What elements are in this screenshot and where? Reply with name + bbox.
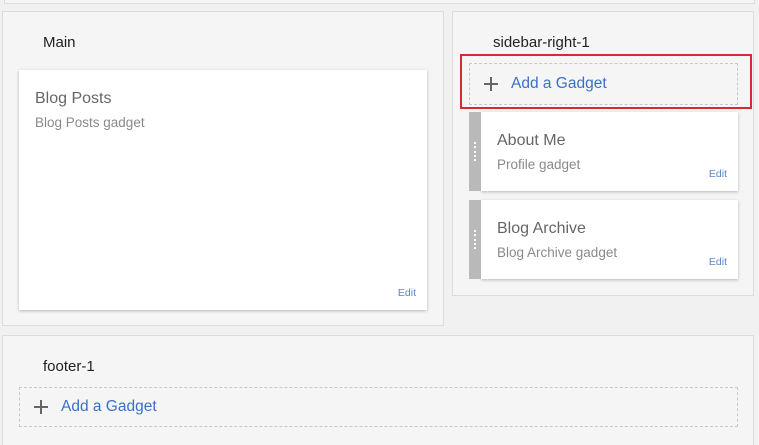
main-section-title: Main [43,34,76,51]
footer-section: footer-1 Add a Gadget [2,335,754,445]
gadget-subtitle: Blog Posts gadget [35,115,145,130]
layout-editor: Main Blog Posts Blog Posts gadget Edit s… [0,0,759,445]
sidebar-add-gadget-button[interactable]: Add a Gadget [469,63,738,105]
drag-handle-icon[interactable] [469,200,481,279]
gadget-about-me[interactable]: About Me Profile gadget Edit [469,112,738,191]
header-section-edge [4,0,755,4]
gadget-subtitle: Blog Archive gadget [497,245,618,260]
edit-link[interactable]: Edit [709,168,727,180]
gadget-blog-archive[interactable]: Blog Archive Blog Archive gadget Edit [469,200,738,279]
gadget-subtitle: Profile gadget [497,157,581,172]
add-gadget-label: Add a Gadget [511,75,607,92]
add-gadget-label: Add a Gadget [61,398,157,415]
edit-link[interactable]: Edit [709,256,727,268]
main-section: Main Blog Posts Blog Posts gadget Edit [2,11,444,326]
plus-icon [484,77,498,91]
plus-icon [34,400,48,414]
sidebar-section-title: sidebar-right-1 [493,34,590,51]
sidebar-section: sidebar-right-1 Add a Gadget About Me Pr… [452,11,754,296]
edit-link[interactable]: Edit [398,287,416,299]
gadget-blog-posts[interactable]: Blog Posts Blog Posts gadget Edit [19,70,427,310]
footer-add-gadget-button[interactable]: Add a Gadget [19,387,738,427]
drag-handle-icon[interactable] [469,112,481,191]
footer-section-title: footer-1 [43,358,95,375]
gadget-title: Blog Posts [35,90,112,107]
gadget-title: About Me [497,132,566,149]
gadget-title: Blog Archive [497,220,586,237]
